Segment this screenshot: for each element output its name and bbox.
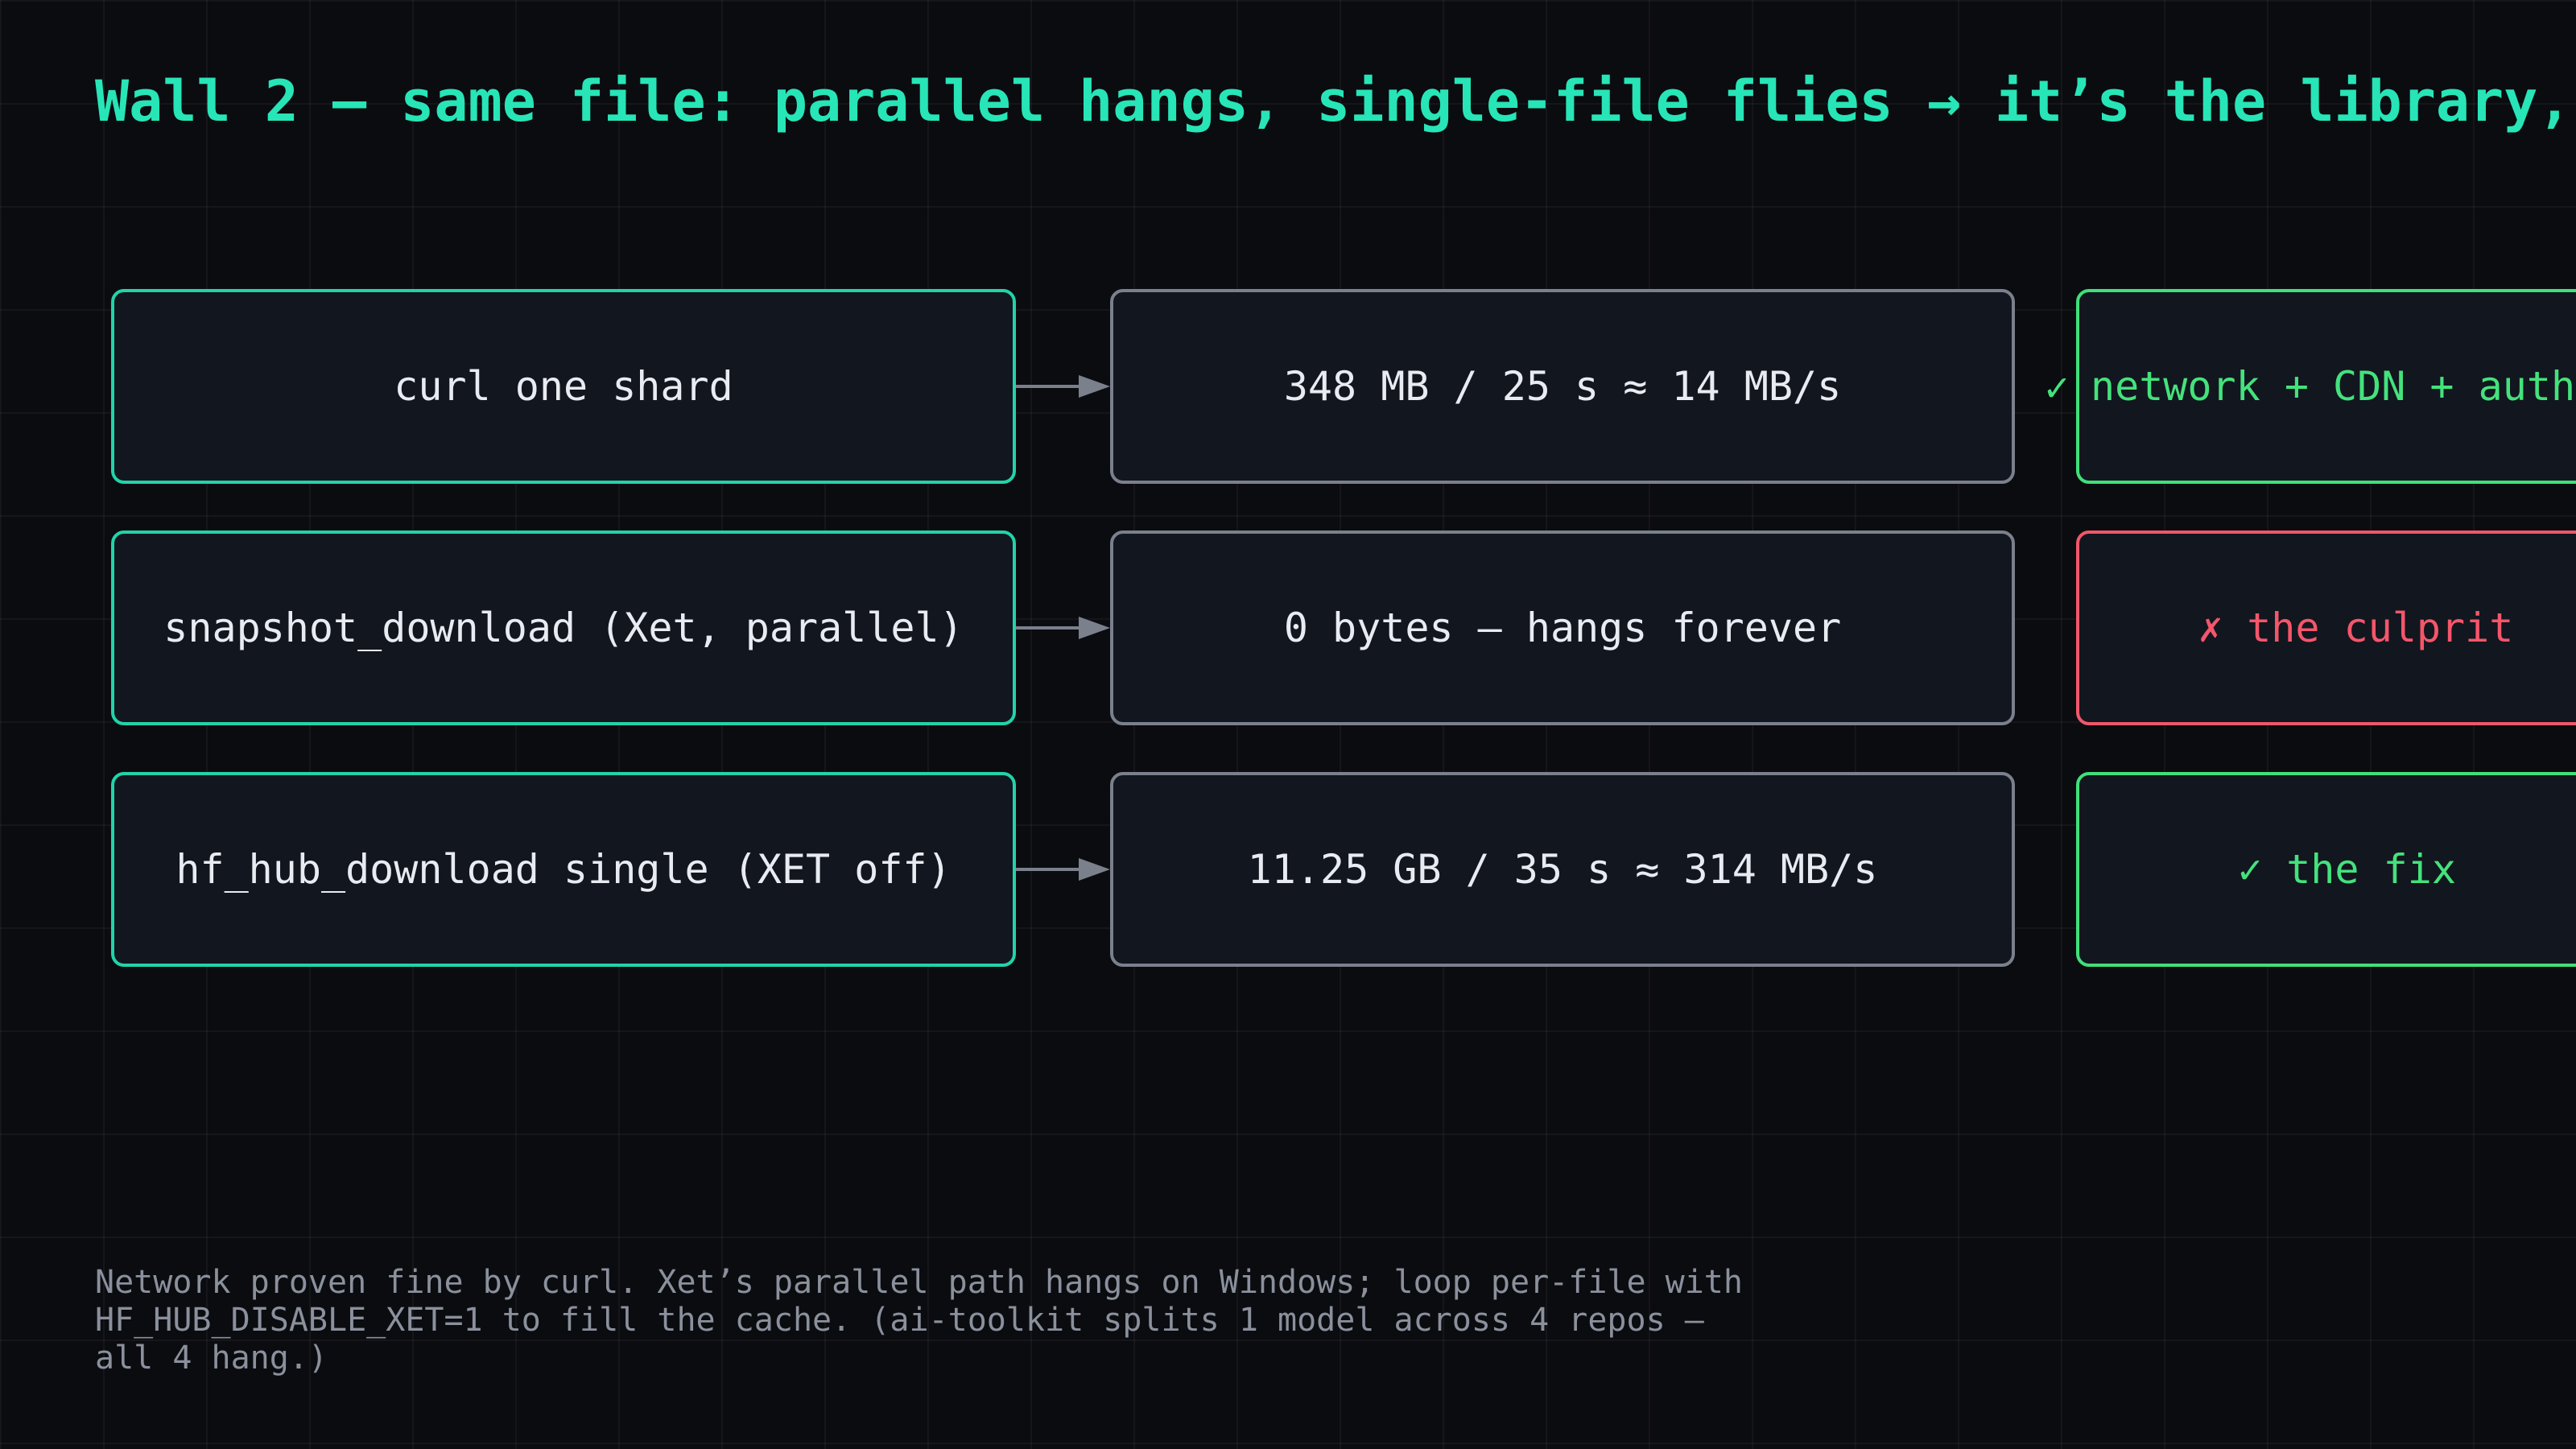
verdict-label: ✗ the culprit <box>2198 605 2514 651</box>
action-box-hf-hub: hf_hub_download single (XET off) <box>111 772 1016 967</box>
action-label: hf_hub_download single (XET off) <box>175 846 952 893</box>
result-box-snapshot: 0 bytes — hangs forever <box>1110 530 2015 725</box>
result-label: 348 MB / 25 s ≈ 14 MB/s <box>1283 363 1842 410</box>
action-box-snapshot: snapshot_download (Xet, parallel) <box>111 530 1016 725</box>
arrow-row-3-head <box>1079 858 1110 881</box>
verdict-box-snapshot: ✗ the culprit <box>2076 530 2576 725</box>
action-label: curl one shard <box>394 363 733 410</box>
verdict-label: network + CDN + auth fine <box>2091 363 2576 410</box>
result-label: 11.25 GB / 35 s ≈ 314 MB/s <box>1247 846 1878 893</box>
footnote: Network proven fine by curl. Xet’s paral… <box>95 1264 1743 1377</box>
verdict-box-curl: network + CDN + auth fine <box>2076 289 2576 484</box>
result-box-hf-hub: 11.25 GB / 35 s ≈ 314 MB/s <box>1110 772 2015 967</box>
diagram-canvas: Wall 2 — same file: parallel hangs, sing… <box>0 0 2576 1449</box>
verdict-label: ✓ the fix <box>2238 846 2456 893</box>
result-box-curl: 348 MB / 25 s ≈ 14 MB/s <box>1110 289 2015 484</box>
arrow-row-2-head <box>1079 617 1110 639</box>
result-label: 0 bytes — hangs forever <box>1283 605 1842 651</box>
check-mark-icon: ✓ <box>2045 364 2070 411</box>
verdict-box-hf-hub: ✓ the fix <box>2076 772 2576 967</box>
action-box-curl: curl one shard <box>111 289 1016 484</box>
arrow-row-1-head <box>1079 375 1110 398</box>
diagram-title: Wall 2 — same file: parallel hangs, sing… <box>95 68 2576 134</box>
action-label: snapshot_download (Xet, parallel) <box>163 605 964 651</box>
